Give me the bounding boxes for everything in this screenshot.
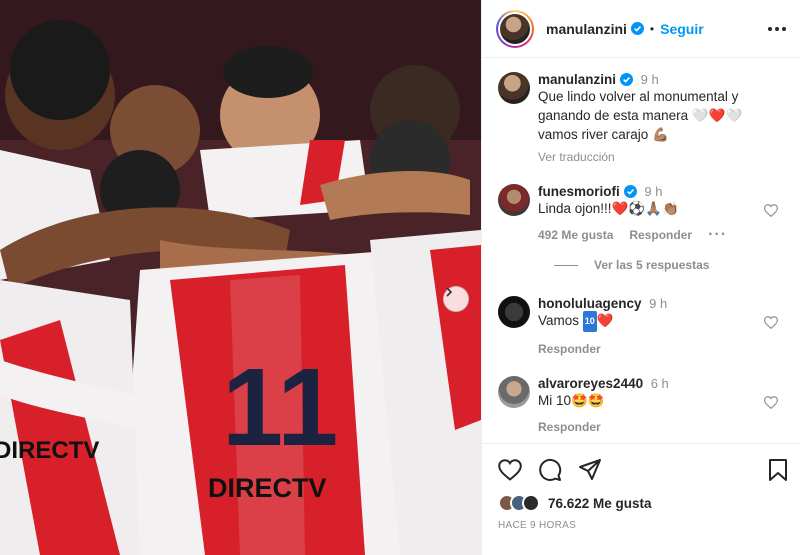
follow-button[interactable]: Seguir xyxy=(660,21,704,37)
sponsor-center: DIRECTV xyxy=(208,473,327,503)
comment-item: alvaroreyes2440 6 h Mi 10🤩🤩 Responder xyxy=(498,376,786,434)
post-photo[interactable]: 11 DIRECTV DIRECTV xyxy=(0,0,481,555)
liker-avatars xyxy=(498,494,540,512)
post-timestamp[interactable]: HACE 9 HORAS xyxy=(498,520,788,531)
verified-badge-icon xyxy=(630,22,644,35)
comment-time[interactable]: 9 h xyxy=(644,184,662,199)
caption-username[interactable]: manulanzini xyxy=(538,72,616,87)
comment-icon[interactable] xyxy=(538,458,562,482)
post-actions: 76.622 Me gusta HACE 9 HORAS xyxy=(482,443,800,555)
separator-dot: • xyxy=(649,21,655,36)
comment-likes-count[interactable]: 492 Me gusta xyxy=(538,228,613,242)
post-header: manulanzini • Seguir xyxy=(482,0,800,58)
author-avatar[interactable] xyxy=(496,9,534,48)
more-options-icon[interactable] xyxy=(768,26,786,31)
comment-text: Vamos 10 ❤️ xyxy=(538,311,774,332)
next-photo-button[interactable] xyxy=(443,286,469,312)
replies-divider xyxy=(554,264,578,266)
comment-item: funesmoriofi 9 h Linda ojon!!!❤️⚽️🙏🏽👏🏽 4… xyxy=(498,184,786,243)
liker-avatar xyxy=(522,494,540,512)
verified-badge-icon xyxy=(620,73,634,86)
heart-icon[interactable] xyxy=(764,316,778,329)
view-replies-button[interactable]: Ver las 5 respuestas xyxy=(554,258,786,272)
heart-icon[interactable] xyxy=(498,459,522,481)
caption-time[interactable]: 9 h xyxy=(641,72,659,87)
comment-text-suffix: ❤️ xyxy=(596,313,614,328)
comment-item: honoluluagency 9 h Vamos 10 ❤️ Responder xyxy=(498,296,786,356)
share-icon[interactable] xyxy=(578,458,602,482)
chevron-right-icon xyxy=(446,287,453,297)
comment-username[interactable]: honoluluagency xyxy=(538,296,642,311)
post-sidebar: manulanzini • Seguir manulanzini 9 h Que… xyxy=(481,0,800,555)
heart-icon[interactable] xyxy=(764,204,778,217)
commenter-avatar[interactable] xyxy=(498,296,530,328)
bookmark-icon[interactable] xyxy=(768,458,788,482)
comment-username[interactable]: funesmoriofi xyxy=(538,184,620,199)
comment-more-icon[interactable]: ··· xyxy=(708,227,727,243)
comment-text: Mi 10🤩🤩 xyxy=(538,393,605,408)
comment-username[interactable]: alvaroreyes2440 xyxy=(538,376,643,391)
commenter-avatar[interactable] xyxy=(498,376,530,408)
verified-badge-icon xyxy=(623,185,637,198)
caption-avatar[interactable] xyxy=(498,72,530,104)
post-image: 11 DIRECTV DIRECTV xyxy=(0,0,481,555)
sponsor-left: DIRECTV xyxy=(0,437,99,464)
translate-link[interactable]: Ver traducción xyxy=(538,150,615,164)
comment-text: Linda ojon!!!❤️⚽️🙏🏽👏🏽 xyxy=(538,201,679,216)
heart-icon[interactable] xyxy=(764,396,778,409)
view-replies-label[interactable]: Ver las 5 respuestas xyxy=(594,258,709,272)
jersey-number: 11 xyxy=(222,346,338,469)
comment-text-prefix: Vamos xyxy=(538,313,580,328)
likes-count[interactable]: 76.622 Me gusta xyxy=(548,496,652,511)
comment-time[interactable]: 9 h xyxy=(649,296,667,311)
keycap-ten-emoji: 10 xyxy=(582,311,597,332)
comments-list[interactable]: manulanzini 9 h Que lindo volver al monu… xyxy=(482,58,800,442)
caption: manulanzini 9 h Que lindo volver al monu… xyxy=(498,72,786,164)
commenter-avatar[interactable] xyxy=(498,184,530,216)
likes-row[interactable]: 76.622 Me gusta xyxy=(498,494,788,512)
comment-time[interactable]: 6 h xyxy=(651,376,669,391)
reply-button[interactable]: Responder xyxy=(538,420,601,434)
reply-button[interactable]: Responder xyxy=(629,228,692,242)
reply-button[interactable]: Responder xyxy=(538,342,601,356)
caption-text: Que lindo volver al monumental y ganando… xyxy=(538,89,743,142)
author-username[interactable]: manulanzini xyxy=(546,21,627,37)
